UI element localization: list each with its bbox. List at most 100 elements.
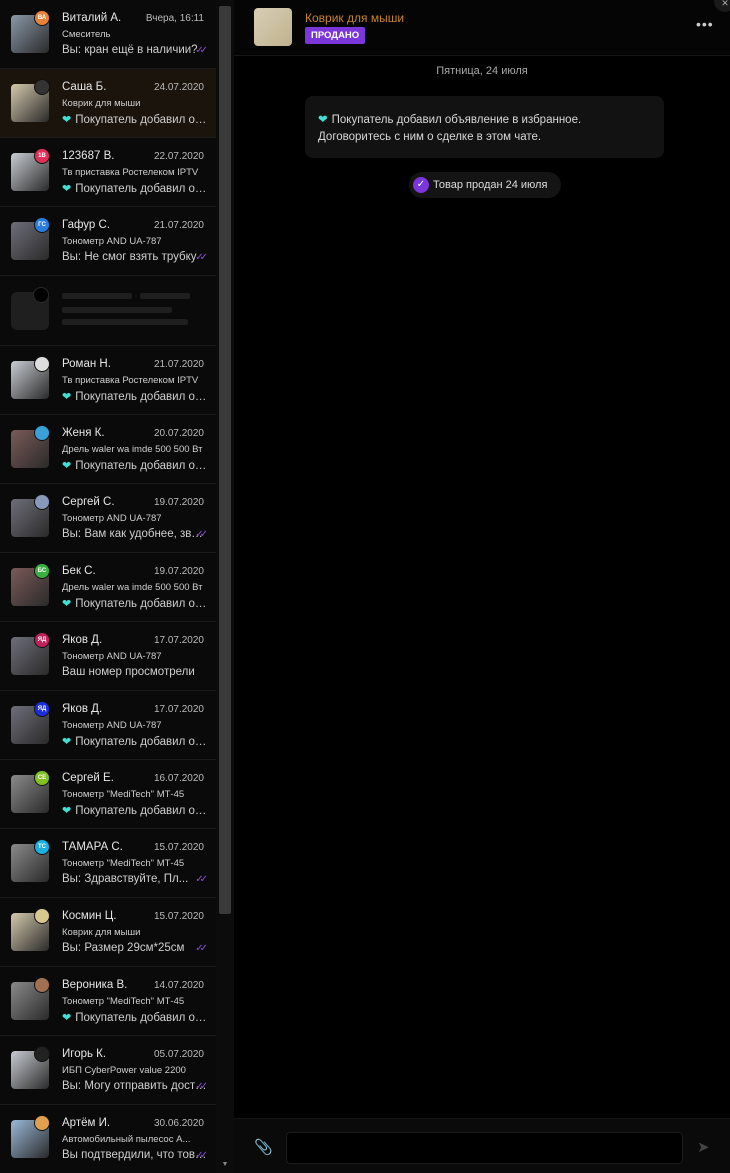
heart-icon: ❤ bbox=[62, 460, 72, 472]
chat-date: 19.07.2020 bbox=[153, 497, 204, 508]
chat-last-message: ❤Покупатель добавил объявление bbox=[62, 390, 207, 403]
chat-list-item[interactable]: Сергей С. 19.07.2020 Тонометр AND UA-787 Вы… bbox=[0, 484, 216, 553]
system-message-card: ❤ Покупатель добавил объявление в избранн… bbox=[305, 96, 664, 158]
paperclip-icon[interactable]: 📎 bbox=[254, 1138, 274, 1158]
chat-list-item-placeholder bbox=[0, 276, 216, 346]
chat-header: Коврик для мыши ПРОДАНО ••• ✕ bbox=[234, 0, 730, 56]
chat-list-item[interactable]: Игорь К. 05.07.2020 ИБП CyberPower value 2… bbox=[0, 1036, 216, 1105]
chat-last-message: ❤Покупатель добавил объявление bbox=[62, 1011, 207, 1024]
heart-icon: ❤ bbox=[62, 1012, 72, 1024]
chat-last-message: ❤Покупатель добавил объявление bbox=[62, 804, 207, 817]
avatar bbox=[34, 977, 50, 993]
avatar: 1В bbox=[34, 148, 50, 164]
chat-date: 20.07.2020 bbox=[153, 428, 204, 439]
heart-icon: ❤ bbox=[62, 736, 72, 748]
chat-date: 24.07.2020 bbox=[153, 82, 204, 93]
chat-list-item[interactable]: ТС ТАМАРА С. 15.07.2020 Тонометр "MediTech"… bbox=[0, 829, 216, 898]
avatar: ГС bbox=[34, 217, 50, 233]
avatar bbox=[34, 356, 50, 372]
chat-last-message: ❤Покупатель добавил объявление bbox=[62, 735, 207, 748]
chat-contact-name: Женя К. bbox=[62, 427, 105, 439]
chat-last-message: Вы: Здравствуйте, Пл... bbox=[62, 873, 207, 885]
chat-last-message: Вы: Не смог взять трубку bbox=[62, 251, 207, 263]
chat-contact-name: Саша Б. bbox=[62, 81, 107, 93]
chat-list-item[interactable]: Роман Н. 21.07.2020 Тв приставка Ростелеко… bbox=[0, 346, 216, 415]
chat-list-item[interactable]: ЯД Яков Д. 17.07.2020 Тонометр AND UA-787 ❤ П… bbox=[0, 691, 216, 760]
chat-list-item[interactable]: Космин Ц. 15.07.2020 Коврик для мыши Вы: Ра… bbox=[0, 898, 216, 967]
item-thumbnail[interactable] bbox=[254, 8, 292, 46]
chat-list-item[interactable]: Вероника В. 14.07.2020 Тонометр "MediTech"… bbox=[0, 967, 216, 1036]
chat-item-title: Смеситель bbox=[62, 29, 111, 40]
chat-last-message-text: Вы: Здравствуйте, Пл... bbox=[62, 873, 189, 885]
chat-last-message-text: Ваш номер просмотрели bbox=[62, 666, 195, 678]
chat-item-title: Тв приставка Ростелеком IPTV bbox=[62, 375, 199, 386]
skeleton-bar bbox=[62, 307, 172, 313]
chat-list-item[interactable]: Саша Б. 24.07.2020 Коврик для мыши ❤ Покупат… bbox=[0, 69, 216, 138]
chat-contact-name: Гафур С. bbox=[62, 219, 111, 231]
chat-date: 05.07.2020 bbox=[153, 1049, 204, 1060]
chat-contact-name: Роман Н. bbox=[62, 358, 111, 370]
chat-date: 15.07.2020 bbox=[153, 911, 204, 922]
chat-item-title: Тонометр "MediTech" МТ-45 bbox=[62, 858, 185, 869]
chat-last-message: Вы: Размер 29см*25см bbox=[62, 942, 207, 954]
chat-last-message: ❤Покупатель добавил объявление bbox=[62, 597, 207, 610]
avatar: ТС bbox=[34, 839, 50, 855]
heart-icon: ❤ bbox=[62, 598, 72, 610]
chat-last-message-text: Вы: Вам как удобнее, звонком? bbox=[62, 528, 207, 540]
chat-date: 19.07.2020 bbox=[153, 566, 204, 577]
heart-icon: ❤ bbox=[62, 114, 72, 126]
check-circle-icon: ✓ bbox=[413, 177, 429, 193]
avatar: ЯД bbox=[34, 632, 50, 648]
system-message-line2: Договоритесь с ним о сделке в этом чате. bbox=[318, 131, 542, 143]
chat-list-item[interactable]: ВА Виталий А. Вчера, 16:11 Смеситель Вы: кра… bbox=[0, 0, 216, 69]
chat-list: ВА Виталий А. Вчера, 16:11 Смеситель Вы: кра… bbox=[0, 0, 216, 1173]
chat-last-message: ❤Покупатель добавил объявление bbox=[62, 182, 207, 195]
system-message-line1: Покупатель добавил объявление в избранно… bbox=[331, 114, 582, 126]
avatar: ВА bbox=[34, 10, 50, 26]
chat-list-item[interactable]: ГС Гафур С. 21.07.2020 Тонометр AND UA-787 В… bbox=[0, 207, 216, 276]
heart-icon: ❤ bbox=[62, 805, 72, 817]
scroll-down-arrow-icon[interactable]: ▼ bbox=[219, 1161, 231, 1171]
message-input[interactable] bbox=[286, 1132, 683, 1164]
chat-contact-name: ТАМАРА С. bbox=[62, 841, 123, 853]
chat-last-message-text: Вы: Не смог взять трубку bbox=[62, 251, 197, 263]
chat-last-message-text: Покупатель добавил объявление bbox=[75, 114, 207, 126]
read-check-icon: ✓✓ bbox=[195, 874, 208, 885]
avatar: БС bbox=[34, 563, 50, 579]
skeleton-bar bbox=[33, 287, 49, 303]
heart-icon: ❤ bbox=[62, 391, 72, 403]
read-check-icon: ✓✓ bbox=[195, 45, 208, 56]
chat-last-message-text: Покупатель добавил объявление bbox=[75, 598, 207, 610]
send-icon[interactable]: ➤ bbox=[697, 1138, 715, 1156]
chat-list-item[interactable]: БС Бек С. 19.07.2020 Дрель waler wa imde 50… bbox=[0, 553, 216, 622]
chat-date: 21.07.2020 bbox=[153, 220, 204, 231]
heart-icon: ❤ bbox=[318, 114, 328, 126]
heart-icon: ❤ bbox=[62, 183, 72, 195]
chat-item-title: Дрель waler wa imde 500 500 Вт bbox=[62, 582, 203, 593]
chat-contact-name: Сергей С. bbox=[62, 496, 115, 508]
chat-contact-name: Игорь К. bbox=[62, 1048, 107, 1060]
chat-date: 16.07.2020 bbox=[153, 773, 204, 784]
chat-list-item[interactable]: СЕ Сергей Е. 16.07.2020 Тонометр "MediTech"… bbox=[0, 760, 216, 829]
chat-item-title: Тонометр AND UA-787 bbox=[62, 651, 162, 662]
avatar: СЕ bbox=[34, 770, 50, 786]
avatar bbox=[34, 425, 50, 441]
read-check-icon: ✓✓ bbox=[195, 529, 208, 540]
more-icon[interactable]: ••• bbox=[696, 16, 716, 36]
chat-item-title: Тонометр "MediTech" МТ-45 bbox=[62, 996, 185, 1007]
chat-item-title: Тонометр AND UA-787 bbox=[62, 720, 162, 731]
item-title[interactable]: Коврик для мыши bbox=[305, 11, 404, 25]
chat-list-item[interactable]: 1В 123687 В. 22.07.2020 Тв приставка Ростел… bbox=[0, 138, 216, 207]
scrollbar-thumb[interactable] bbox=[219, 6, 231, 914]
chat-contact-name: Яков Д. bbox=[62, 634, 103, 646]
chat-list-item[interactable]: ЯД Яков Д. 17.07.2020 Тонометр AND UA-787 Ва… bbox=[0, 622, 216, 691]
skeleton-bar bbox=[140, 293, 190, 299]
sold-notice: ✓ Товар продан 24 июля bbox=[409, 172, 561, 198]
read-check-icon: ✓✓ bbox=[195, 1081, 208, 1092]
close-icon[interactable]: ✕ bbox=[714, 0, 730, 12]
chat-contact-name: Виталий А. bbox=[62, 12, 122, 24]
chat-item-title: Коврик для мыши bbox=[62, 98, 141, 109]
chat-list-item[interactable]: Женя К. 20.07.2020 Дрель waler wa imde 500… bbox=[0, 415, 216, 484]
chat-last-message: Вы: Могу отправить доставкой bbox=[62, 1080, 207, 1092]
chat-list-item[interactable]: Артём И. 30.06.2020 Автомобильный пылесос … bbox=[0, 1105, 216, 1173]
